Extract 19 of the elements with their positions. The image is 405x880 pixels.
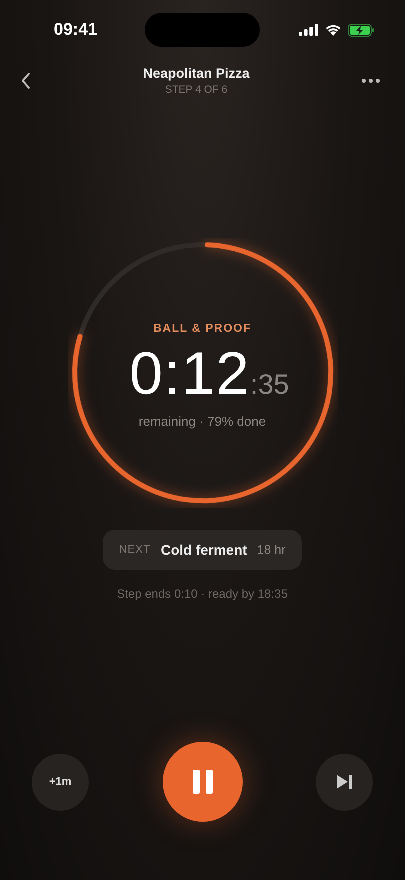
add-minute-button[interactable]: +1m xyxy=(32,754,89,810)
step-counter: STEP 4 OF 6 xyxy=(165,84,228,96)
recipe-title: Neapolitan Pizza xyxy=(143,66,250,81)
status-time: 09:41 xyxy=(54,20,98,40)
skip-icon xyxy=(336,774,354,790)
wifi-icon xyxy=(325,24,342,36)
timer-minutes: 0:12 xyxy=(130,339,250,408)
step-name: BALL & PROOF xyxy=(153,323,252,335)
timer-caption: remaining · 79% done xyxy=(138,414,266,429)
more-icon xyxy=(361,78,381,84)
signal-icon xyxy=(299,24,319,36)
schedule-note: Step ends 0:10 · ready by 18:35 xyxy=(117,587,288,601)
next-tag: NEXT xyxy=(119,544,151,556)
pause-icon xyxy=(192,769,214,795)
back-icon xyxy=(20,72,32,90)
timer-seconds: :35 xyxy=(250,369,290,401)
battery-charging-icon xyxy=(348,24,375,36)
next-step-duration: 18 hr xyxy=(257,543,286,557)
next-step-name: Cold ferment xyxy=(160,542,248,558)
